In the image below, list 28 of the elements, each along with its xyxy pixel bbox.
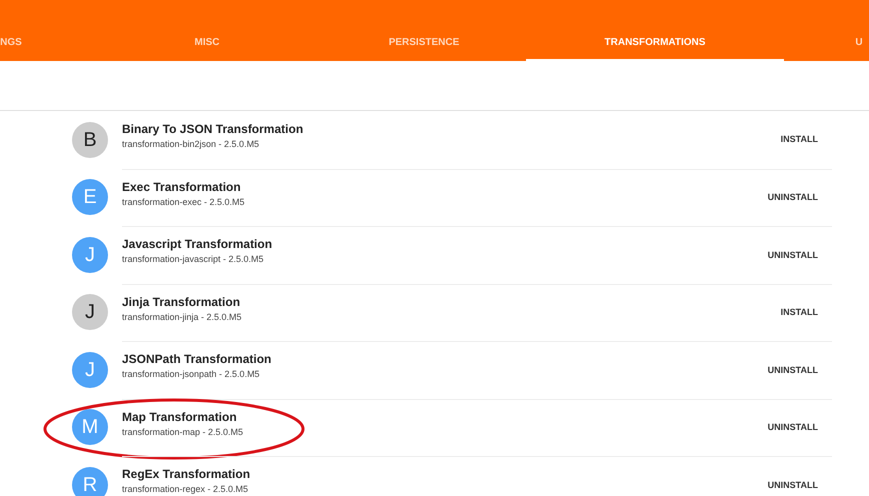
avatar: B — [72, 122, 108, 158]
addon-version: transformation-regex - 2.5.0.M5 — [122, 484, 250, 496]
uninstall-button[interactable]: UNINSTALL — [764, 474, 822, 496]
avatar: J — [72, 352, 108, 388]
avatar: J — [72, 236, 108, 273]
uninstall-button[interactable]: UNINSTALL — [764, 187, 822, 208]
avatar: R — [72, 466, 108, 496]
addon-title: Javascript Transformation — [122, 237, 274, 252]
addon-version: transformation-bin2json - 2.5.0.M5 — [122, 138, 260, 150]
uninstall-button[interactable]: UNINSTALL — [764, 360, 822, 381]
avatar: J — [72, 294, 108, 330]
addon-version: transformation-map - 2.5.0.M5 — [122, 426, 244, 438]
addon-version: transformation-exec - 2.5.0.M5 — [122, 196, 246, 208]
avatar: M — [72, 409, 108, 446]
avatar: E — [72, 179, 108, 216]
addon-title: RegEx Transformation — [122, 467, 252, 482]
install-button[interactable]: INSTALL — [776, 129, 822, 150]
addon-title: JSONPath Transformation — [122, 352, 272, 366]
addon-title: Map Transformation — [122, 410, 238, 424]
addon-title: Exec Transformation — [122, 180, 242, 194]
addon-title: Binary To JSON Transformation — [122, 122, 304, 136]
uninstall-button[interactable]: UNINSTALL — [764, 244, 822, 266]
addon-version: transformation-jinja - 2.5.0.M5 — [122, 312, 243, 323]
uninstall-button[interactable]: UNINSTALL — [764, 417, 822, 438]
install-button[interactable]: INSTALL — [776, 302, 822, 324]
addon-version: transformation-jsonpath - 2.5.0.M5 — [122, 369, 261, 380]
addon-title: Jinja Transformation — [122, 294, 242, 309]
addon-version: transformation-javascript - 2.5.0.M5 — [122, 254, 265, 266]
